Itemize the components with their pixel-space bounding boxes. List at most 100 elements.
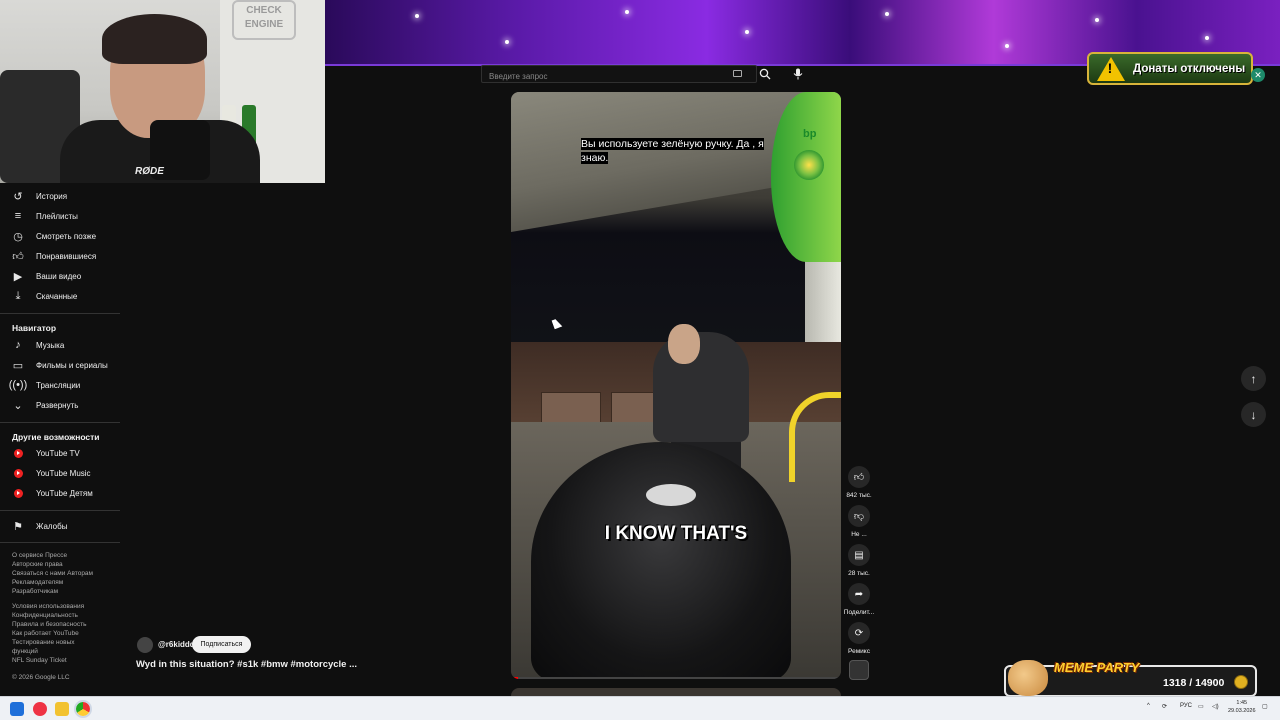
footer-links-1[interactable]: О сервисе Прессе Авторские права Связать… (12, 551, 93, 596)
webcam-overlay: CHECK ENGINE RØDE (0, 0, 325, 183)
sidebar-item-liked[interactable]: 👍︎ Понравившиеся (0, 246, 122, 266)
close-icon[interactable]: ✕ (1251, 68, 1265, 82)
channel-avatar[interactable] (137, 637, 153, 653)
chrome-icon[interactable] (74, 700, 92, 718)
youtube-tv-icon (13, 448, 23, 458)
sound-thumbnail[interactable] (849, 660, 869, 680)
sidebar-item-label: Смотреть позже (36, 231, 97, 241)
short-video-player[interactable]: bp Вы используете зелёную ручку. Да , я … (511, 92, 841, 679)
search-button[interactable] (755, 65, 775, 83)
footer-links-2[interactable]: Условия использования Конфиденциальность… (12, 602, 86, 665)
video-title[interactable]: Wyd in this situation? #s1k #bmw #motorc… (136, 659, 357, 670)
sidebar-item-your-videos[interactable]: ▶ Ваши видео (0, 266, 122, 286)
doge-icon (1008, 660, 1048, 696)
channel-name[interactable]: @r6kiddd (158, 640, 195, 649)
comments-button[interactable]: ▤ (848, 544, 870, 566)
bp-logo-icon (794, 150, 824, 180)
previous-video-button[interactable]: ↑ (1241, 366, 1266, 391)
search-icon (759, 68, 771, 80)
remix-button[interactable]: ⟳ (848, 622, 870, 644)
windows-taskbar: ^ ⟳ РУС ▭ ◁) 1:45 29.03.2026 ▢ (0, 696, 1280, 720)
sidebar-item-label: Развернуть (36, 400, 79, 410)
search-input[interactable] (482, 68, 712, 85)
sidebar-divider (0, 542, 120, 543)
sidebar-item-playlists[interactable]: ≡ Плейлисты (0, 206, 122, 226)
donations-text: Донаты отключены (1133, 62, 1246, 75)
sidebar: ↺ История ≡ Плейлисты ◷ Смотреть позже 👍… (0, 186, 122, 686)
arrow-down-icon: ↓ (1250, 407, 1257, 422)
share-icon: ➦ (854, 588, 864, 600)
sidebar-item-youtube-tv[interactable]: YouTube TV (0, 443, 122, 463)
next-video-button[interactable]: ↓ (1241, 402, 1266, 427)
subscribe-button[interactable]: Подписаться (192, 636, 251, 653)
video-progress-bar[interactable] (511, 677, 841, 679)
thumbs-up-icon: 👍︎ (853, 472, 865, 483)
comment-count: 28 тыс. (848, 570, 870, 577)
language-indicator[interactable]: РУС (1180, 703, 1192, 709)
coin-icon (1234, 675, 1248, 689)
sidebar-item-label: Ваши видео (36, 271, 82, 281)
sidebar-item-report[interactable]: ⚑ Жалобы (0, 516, 122, 536)
network-icon[interactable]: ⟳ (1162, 703, 1167, 710)
mic-brand: RØDE (135, 166, 164, 177)
sidebar-divider (0, 510, 120, 511)
sidebar-item-label: Плейлисты (36, 211, 78, 221)
youtube-music-icon (13, 468, 23, 478)
search-box[interactable] (481, 65, 757, 85)
sidebar-item-label: Трансляции (36, 380, 81, 390)
sidebar-item-youtube-kids[interactable]: YouTube Детям (0, 483, 122, 503)
share-button[interactable]: ➦ (848, 583, 870, 605)
navigator-heading: Навигатор (12, 323, 57, 333)
volume-icon[interactable]: ◁) (1212, 703, 1219, 710)
remix-label: Ремикс (848, 648, 870, 655)
remix-icon: ⟳ (854, 627, 864, 639)
windows-start-icon[interactable] (10, 702, 24, 716)
sidebar-item-label: YouTube TV (36, 448, 80, 458)
keyboard-icon[interactable] (733, 70, 742, 77)
motorcycle (531, 442, 791, 679)
chevron-down-icon: ⌄ (13, 399, 23, 412)
playlists-icon: ≡ (14, 210, 22, 222)
music-icon: ♪ (15, 339, 21, 351)
notification-icon[interactable]: ▢ (1262, 703, 1268, 710)
warning-mark: ! (1107, 60, 1113, 76)
dislike-button[interactable]: 👎︎ (848, 505, 870, 527)
sidebar-item-music[interactable]: ♪ Музыка (0, 335, 122, 355)
sidebar-item-expand[interactable]: ⌄ Развернуть (0, 395, 122, 415)
thumbs-down-icon: 👎︎ (853, 511, 865, 522)
sidebar-item-live[interactable]: ((•)) Трансляции (0, 375, 122, 395)
sidebar-item-movies[interactable]: ▭ Фильмы и сериалы (0, 355, 122, 375)
sidebar-item-watch-later[interactable]: ◷ Смотреть позже (0, 226, 122, 246)
live-icon: ((•)) (8, 379, 28, 391)
like-button[interactable]: 👍︎ (848, 466, 870, 488)
flag-icon: ⚑ (13, 520, 23, 533)
bp-logo-text: bp (803, 128, 817, 140)
history-icon: ↺ (13, 190, 23, 203)
voice-search-button[interactable] (789, 65, 807, 83)
file-explorer-icon[interactable] (55, 702, 69, 716)
video-progress-fill (511, 677, 518, 679)
network-status-icon[interactable]: ▭ (1198, 703, 1204, 710)
liked-icon: 👍︎ (12, 250, 24, 263)
dislike-label: Не ... (851, 531, 867, 538)
microphone-icon (793, 68, 803, 80)
system-clock[interactable]: 1:45 29.03.2026 (1228, 699, 1256, 715)
tray-chevron-icon[interactable]: ^ (1147, 703, 1150, 709)
sidebar-item-downloads[interactable]: ⤓ Скачанные (0, 286, 122, 306)
sidebar-item-label: Фильмы и сериалы (36, 360, 108, 370)
your-videos-icon: ▶ (13, 270, 23, 283)
sidebar-item-history[interactable]: ↺ История (0, 186, 122, 206)
arrow-up-icon: ↑ (1250, 371, 1257, 386)
comment-icon: ▤ (854, 549, 864, 561)
more-heading: Другие возможности (12, 432, 100, 442)
yandex-browser-icon[interactable] (33, 702, 47, 716)
like-count: 842 тыс. (846, 492, 872, 499)
sidebar-item-youtube-music[interactable]: YouTube Music (0, 463, 122, 483)
check-engine-sign: CHECK ENGINE (232, 0, 296, 40)
youtube-kids-icon (13, 488, 23, 498)
sidebar-item-label: История (36, 191, 68, 201)
sidebar-item-label: Скачанные (36, 291, 78, 301)
downloads-icon: ⤓ (15, 289, 21, 302)
copyright: © 2026 Google LLC (12, 674, 70, 681)
sidebar-divider (0, 422, 120, 423)
